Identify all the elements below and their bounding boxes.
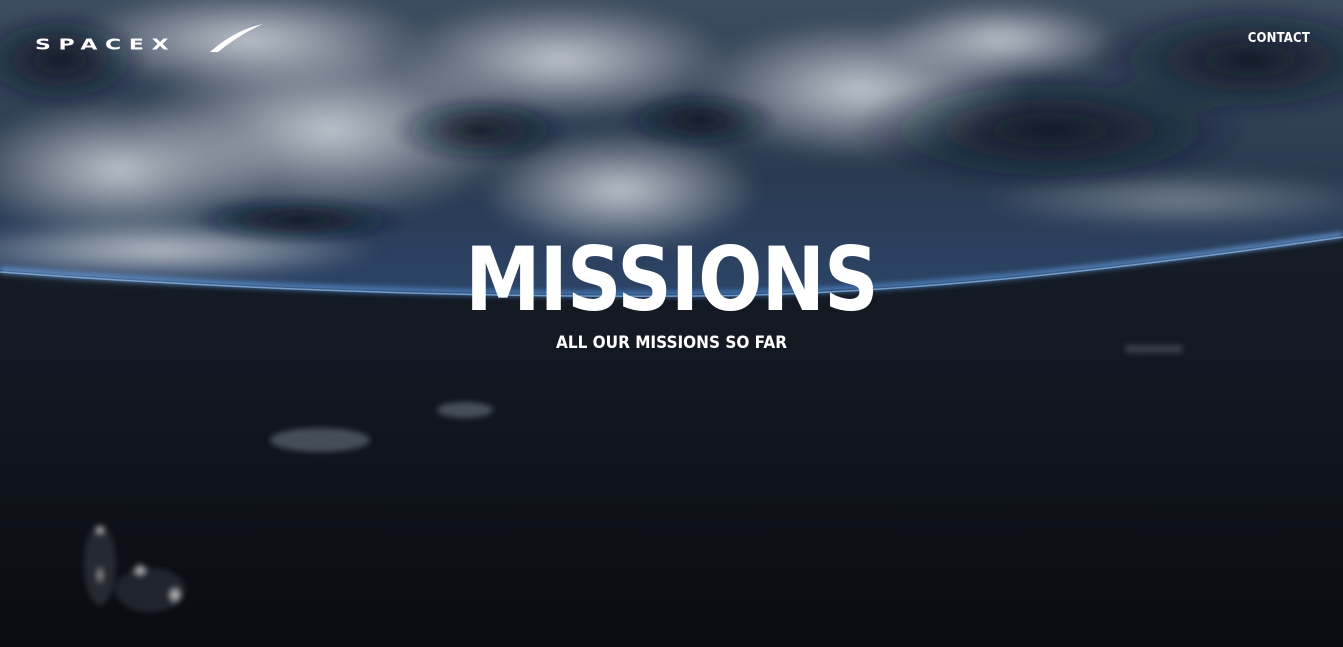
contact-nav-link[interactable]: CONTACT (1248, 31, 1310, 46)
svg-text:SPACEX: SPACEX (35, 37, 176, 54)
page-title: MISSIONS (465, 228, 878, 331)
hero-section: SPACEX CONTACT MISSIONS ALL OUR MISSIONS… (0, 0, 1343, 647)
page-subtitle: ALL OUR MISSIONS SO FAR (555, 333, 787, 353)
spacex-logo-icon[interactable]: SPACEX (35, 22, 265, 56)
